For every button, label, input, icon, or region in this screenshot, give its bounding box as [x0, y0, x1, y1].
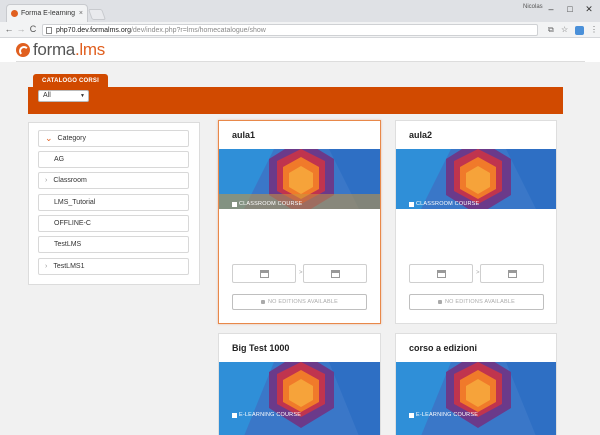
lock-icon: [260, 300, 265, 304]
profile-name[interactable]: Nicolas: [523, 4, 543, 10]
translate-icon[interactable]: ⧉: [548, 25, 554, 35]
calendar-icon: [331, 270, 340, 278]
no-editions-button[interactable]: NO EDITIONS AVAILABLE: [409, 294, 544, 310]
editions-label: NO EDITIONS AVAILABLE: [267, 299, 339, 305]
course-card[interactable]: aula2 CLASSROOM COURSE > NO EDITIONS AVA…: [395, 120, 557, 324]
course-type-icon: [409, 201, 414, 207]
course-thumbnail: [219, 362, 380, 435]
end-date-box[interactable]: [480, 264, 544, 283]
sidebar-item-ag[interactable]: AG: [38, 151, 189, 168]
maximize-icon[interactable]: □: [563, 2, 577, 16]
no-editions-button[interactable]: NO EDITIONS AVAILABLE: [232, 294, 367, 310]
course-title[interactable]: aula2: [409, 130, 432, 140]
address-bar[interactable]: php70.dev.formalms.org /dev/index.php?r=…: [42, 24, 538, 36]
sidebar-item-classroom[interactable]: › Classroom: [38, 172, 189, 189]
logo-text-forma: forma: [33, 40, 75, 59]
sidebar-item-label: TestLMS: [54, 241, 82, 248]
course-type-text: E-LEARNING COURSE: [416, 412, 479, 418]
catalogue-filter-select[interactable]: All ▼: [38, 90, 89, 102]
course-type-label: E-LEARNING COURSE: [409, 412, 478, 418]
course-type-text: E-LEARNING COURSE: [239, 412, 302, 418]
course-title[interactable]: corso a edizioni: [409, 343, 477, 353]
lock-icon: [437, 300, 442, 304]
course-card[interactable]: Big Test 1000 E-LEARNING COURSE: [218, 333, 381, 435]
category-heading-label: Category: [57, 135, 86, 142]
chevron-right-icon: ›: [45, 177, 48, 184]
course-type-text: CLASSROOM COURSE: [239, 201, 303, 207]
catalogue-banner: [28, 87, 563, 114]
reload-icon[interactable]: C: [27, 23, 39, 36]
catalogue-tab[interactable]: CATALOGO CORSI: [33, 74, 108, 88]
sidebar-item-testlms1[interactable]: › TestLMS1: [38, 258, 189, 275]
course-thumbnail: [396, 149, 556, 209]
sidebar-item-label: AG: [54, 156, 65, 163]
url-path: /dev/index.php?r=lms/homecatalogue/show: [130, 26, 266, 34]
category-heading[interactable]: ⌄ Category: [38, 130, 189, 147]
url-host: php70.dev.formalms.org: [56, 26, 131, 34]
filter-selected-value: All: [43, 92, 51, 99]
browser-tab[interactable]: Forma E-learning ×: [6, 4, 88, 22]
chevron-down-icon: ⌄: [45, 133, 53, 143]
sidebar-item-label: Classroom: [53, 177, 87, 184]
sidebar-item-offline-c[interactable]: OFFLINE-C: [38, 215, 189, 232]
course-thumbnail: [396, 362, 556, 435]
logo-text-lms: .lms: [74, 40, 105, 59]
course-title[interactable]: aula1: [232, 130, 255, 140]
tab-close-icon[interactable]: ×: [79, 10, 83, 17]
date-separator: >: [299, 270, 303, 276]
course-card[interactable]: aula1 CLASSROOM COURSE > NO EDITIONS AVA…: [218, 120, 381, 324]
back-icon[interactable]: ←: [3, 23, 15, 36]
browser-tab-bar: Forma E-learning × Nicolas – □ ✕: [0, 0, 600, 22]
editions-label: NO EDITIONS AVAILABLE: [444, 299, 516, 305]
forward-icon[interactable]: →: [15, 23, 27, 36]
start-date-box[interactable]: [232, 264, 296, 283]
calendar-icon: [508, 270, 517, 278]
course-title[interactable]: Big Test 1000: [232, 343, 289, 353]
course-thumbnail: [219, 149, 380, 209]
calendar-icon: [437, 270, 446, 278]
browser-toolbar: ← → C php70.dev.formalms.org /dev/index.…: [0, 22, 600, 38]
favicon-icon: [11, 10, 18, 17]
chevron-down-icon: ▼: [80, 93, 85, 99]
sidebar-item-label: TestLMS1: [53, 263, 85, 270]
calendar-icon: [260, 270, 269, 278]
browser-menu-icon[interactable]: ⋮: [590, 25, 598, 35]
course-card[interactable]: corso a edizioni E-LEARNING COURSE: [395, 333, 557, 435]
sidebar-item-lms-tutorial[interactable]: LMS_Tutorial: [38, 194, 189, 211]
chevron-right-icon: ›: [45, 263, 48, 270]
logo-mark-icon: [16, 43, 30, 57]
extension-icon[interactable]: [575, 26, 584, 35]
course-type-icon: [409, 412, 414, 418]
start-date-box[interactable]: [409, 264, 473, 283]
sidebar-item-label: OFFLINE-C: [54, 220, 91, 227]
site-header: forma.lms: [0, 38, 600, 62]
course-type-label: E-LEARNING COURSE: [232, 412, 301, 418]
sidebar-item-label: LMS_Tutorial: [54, 199, 96, 206]
date-separator: >: [476, 270, 480, 276]
end-date-box[interactable]: [303, 264, 367, 283]
course-type-icon: [232, 201, 237, 207]
bookmark-star-icon[interactable]: ☆: [561, 25, 568, 35]
new-tab-button[interactable]: [87, 9, 107, 20]
course-type-label: CLASSROOM COURSE: [409, 201, 479, 207]
course-type-label: CLASSROOM COURSE: [232, 201, 302, 207]
course-type-icon: [232, 412, 237, 418]
site-logo[interactable]: forma.lms: [16, 40, 105, 60]
course-type-text: CLASSROOM COURSE: [416, 201, 480, 207]
close-window-icon[interactable]: ✕: [582, 2, 596, 16]
minimize-icon[interactable]: –: [544, 2, 558, 16]
tab-title: Forma E-learning: [21, 10, 76, 17]
page-info-icon[interactable]: [46, 26, 52, 34]
sidebar-item-testlms[interactable]: TestLMS: [38, 236, 189, 253]
